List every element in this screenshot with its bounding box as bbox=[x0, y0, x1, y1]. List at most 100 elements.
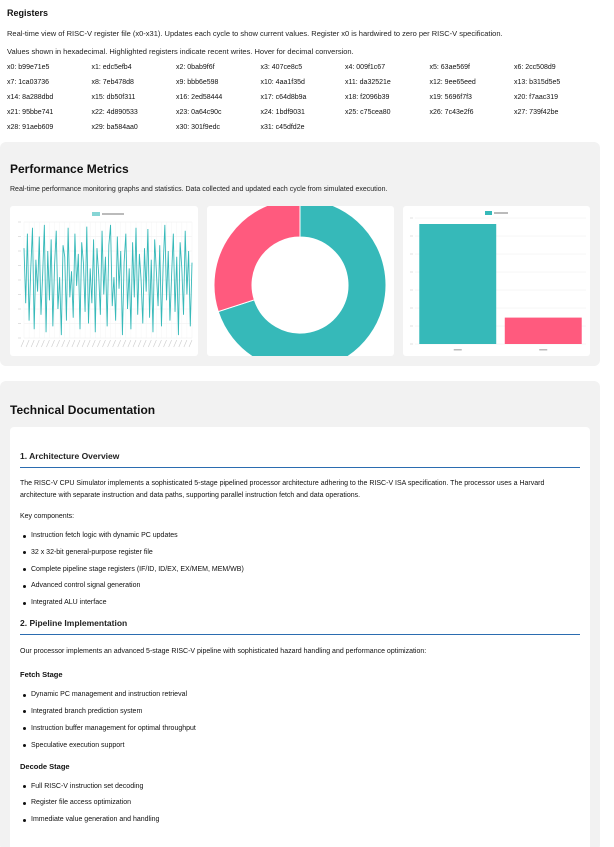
register-cell[interactable]: x1: edc5efb4 bbox=[92, 63, 177, 73]
register-cell[interactable]: x16: 2ed58444 bbox=[176, 93, 261, 103]
x-tick bbox=[147, 339, 152, 348]
legend-label-placeholder bbox=[102, 213, 124, 215]
documentation-section: Technical Documentation 1. Architecture … bbox=[0, 381, 600, 847]
documentation-card: 1. Architecture Overview The RISC-V CPU … bbox=[10, 427, 590, 847]
register-cell[interactable]: x6: 2cc508d9 bbox=[514, 63, 599, 73]
list-item: Instruction buffer management for optima… bbox=[20, 724, 580, 734]
bar bbox=[504, 317, 582, 344]
section-architecture-heading: 1. Architecture Overview bbox=[20, 451, 580, 468]
decode-stage-list: Full RISC-V instruction set decoding Reg… bbox=[20, 782, 580, 826]
register-cell[interactable]: x27: 739f42be bbox=[514, 108, 599, 118]
register-cell[interactable]: x15: db50f311 bbox=[92, 93, 177, 103]
register-cell[interactable]: x9: bbb6e598 bbox=[176, 78, 261, 88]
key-components-label: Key components: bbox=[20, 513, 75, 520]
legend-label-placeholder bbox=[494, 212, 508, 214]
x-tick bbox=[107, 339, 111, 348]
list-item: Register file access optimization bbox=[20, 798, 580, 808]
register-cell[interactable]: x4: 009f1c67 bbox=[345, 63, 430, 73]
section-pipeline-heading: 2. Pipeline Implementation bbox=[20, 618, 580, 636]
x-tick-label-placeholder bbox=[453, 349, 462, 351]
architecture-paragraph: The RISC-V CPU Simulator implements a so… bbox=[20, 480, 545, 499]
register-cell[interactable]: x30: 301f9edc bbox=[176, 123, 261, 133]
bar bbox=[419, 224, 497, 344]
x-tick bbox=[51, 339, 55, 348]
register-cell[interactable]: x20: f7aac319 bbox=[514, 93, 599, 103]
register-cell[interactable]: x24: 1bdf9031 bbox=[261, 108, 346, 118]
x-tick bbox=[173, 339, 178, 348]
doughnut-slice bbox=[213, 206, 301, 313]
register-cell[interactable]: x12: 9ee65eed bbox=[430, 78, 515, 88]
register-cell[interactable]: x14: 8a288dbd bbox=[7, 93, 92, 103]
line-chart-card bbox=[10, 206, 198, 356]
legend-swatch bbox=[485, 211, 492, 215]
list-item: Dynamic PC management and instruction re… bbox=[20, 690, 580, 700]
decode-stage-heading: Decode Stage bbox=[20, 761, 70, 771]
list-item: Immediate value generation and handling bbox=[20, 815, 580, 825]
x-tick bbox=[56, 339, 60, 348]
register-cell[interactable]: x23: 0a64c90c bbox=[176, 108, 261, 118]
list-item: Integrated branch prediction system bbox=[20, 707, 580, 717]
x-tick bbox=[158, 339, 162, 348]
list-item: Complete pipeline stage registers (IF/ID… bbox=[20, 565, 580, 575]
register-cell[interactable]: x29: ba584aa0 bbox=[92, 123, 177, 133]
list-item: Advanced control signal generation bbox=[20, 581, 580, 591]
register-cell[interactable]: x17: c64d8b9a bbox=[261, 93, 346, 103]
list-item: Full RISC-V instruction set decoding bbox=[20, 782, 580, 792]
x-tick bbox=[25, 339, 30, 348]
x-tick bbox=[81, 339, 86, 348]
register-cell[interactable]: x13: b315d5e5 bbox=[514, 78, 599, 88]
register-cell[interactable]: x26: 7c43e2f6 bbox=[430, 108, 515, 118]
x-tick bbox=[122, 339, 127, 348]
register-cell[interactable]: x22: 4d890533 bbox=[92, 108, 177, 118]
register-cell[interactable]: x8: 7eb478d8 bbox=[92, 78, 177, 88]
x-tick bbox=[41, 339, 45, 348]
register-cell[interactable]: x7: 1ca03736 bbox=[7, 78, 92, 88]
doughnut-chart-card bbox=[207, 206, 394, 356]
register-cell[interactable]: x19: 5696f7f3 bbox=[430, 93, 515, 103]
x-tick bbox=[86, 339, 91, 348]
x-tick bbox=[117, 339, 122, 348]
register-cell[interactable]: x31: c45dfd2e bbox=[261, 123, 346, 133]
list-item: Instruction fetch logic with dynamic PC … bbox=[20, 531, 580, 541]
architecture-list: Instruction fetch logic with dynamic PC … bbox=[20, 531, 580, 608]
register-cell[interactable]: x21: 95bbe741 bbox=[7, 108, 92, 118]
x-tick bbox=[46, 339, 50, 348]
x-tick bbox=[97, 339, 101, 348]
register-cell[interactable]: x3: 407ce8c5 bbox=[261, 63, 346, 73]
registers-title: Registers bbox=[7, 8, 49, 18]
documentation-title: Technical Documentation bbox=[10, 403, 156, 417]
registers-section: Registers Real-time view of RISC-V regis… bbox=[0, 0, 614, 140]
register-cell[interactable]: x5: 63ae569f bbox=[430, 63, 515, 73]
x-tick bbox=[188, 339, 193, 348]
registers-note: Values shown in hexadecimal. Highlighted… bbox=[7, 47, 354, 56]
register-cell[interactable]: x25: c75cea80 bbox=[345, 108, 430, 118]
register-cell[interactable]: x18: f2096b39 bbox=[345, 93, 430, 103]
x-tick bbox=[127, 339, 132, 348]
x-tick bbox=[20, 339, 25, 348]
x-tick bbox=[163, 339, 167, 348]
register-cell[interactable]: x11: da32521e bbox=[345, 78, 430, 88]
register-cell[interactable]: x2: 0bab9f6f bbox=[176, 63, 261, 73]
x-tick bbox=[76, 339, 81, 348]
register-cell[interactable]: x10: 4aa1f35d bbox=[261, 78, 346, 88]
list-item: Speculative execution support bbox=[20, 741, 580, 751]
bar-chart-card bbox=[403, 206, 590, 356]
list-item: 32 x 32-bit general-purpose register fil… bbox=[20, 548, 580, 558]
fetch-stage-heading: Fetch Stage bbox=[20, 670, 63, 680]
register-cell[interactable]: x28: 91aeb609 bbox=[7, 123, 92, 133]
list-item: Integrated ALU interface bbox=[20, 598, 580, 608]
x-tick bbox=[71, 339, 76, 348]
x-tick bbox=[183, 339, 188, 348]
register-grid: x0: b99e71e5 x1: edc5efb4 x2: 0bab9f6f x3: … bbox=[7, 63, 607, 133]
x-tick bbox=[61, 339, 66, 348]
line-chart bbox=[18, 212, 193, 348]
pipeline-paragraph: Our processor implements an advanced 5-s… bbox=[20, 648, 427, 656]
x-tick bbox=[66, 339, 71, 348]
register-cell[interactable]: x0: b99e71e5 bbox=[7, 63, 92, 73]
series-line bbox=[23, 224, 193, 336]
doughnut-chart bbox=[213, 206, 387, 356]
performance-title: Performance Metrics bbox=[10, 162, 129, 176]
registers-description: Real-time view of RISC-V register file (… bbox=[7, 29, 503, 38]
x-tick bbox=[35, 339, 40, 348]
x-tick bbox=[178, 339, 183, 348]
